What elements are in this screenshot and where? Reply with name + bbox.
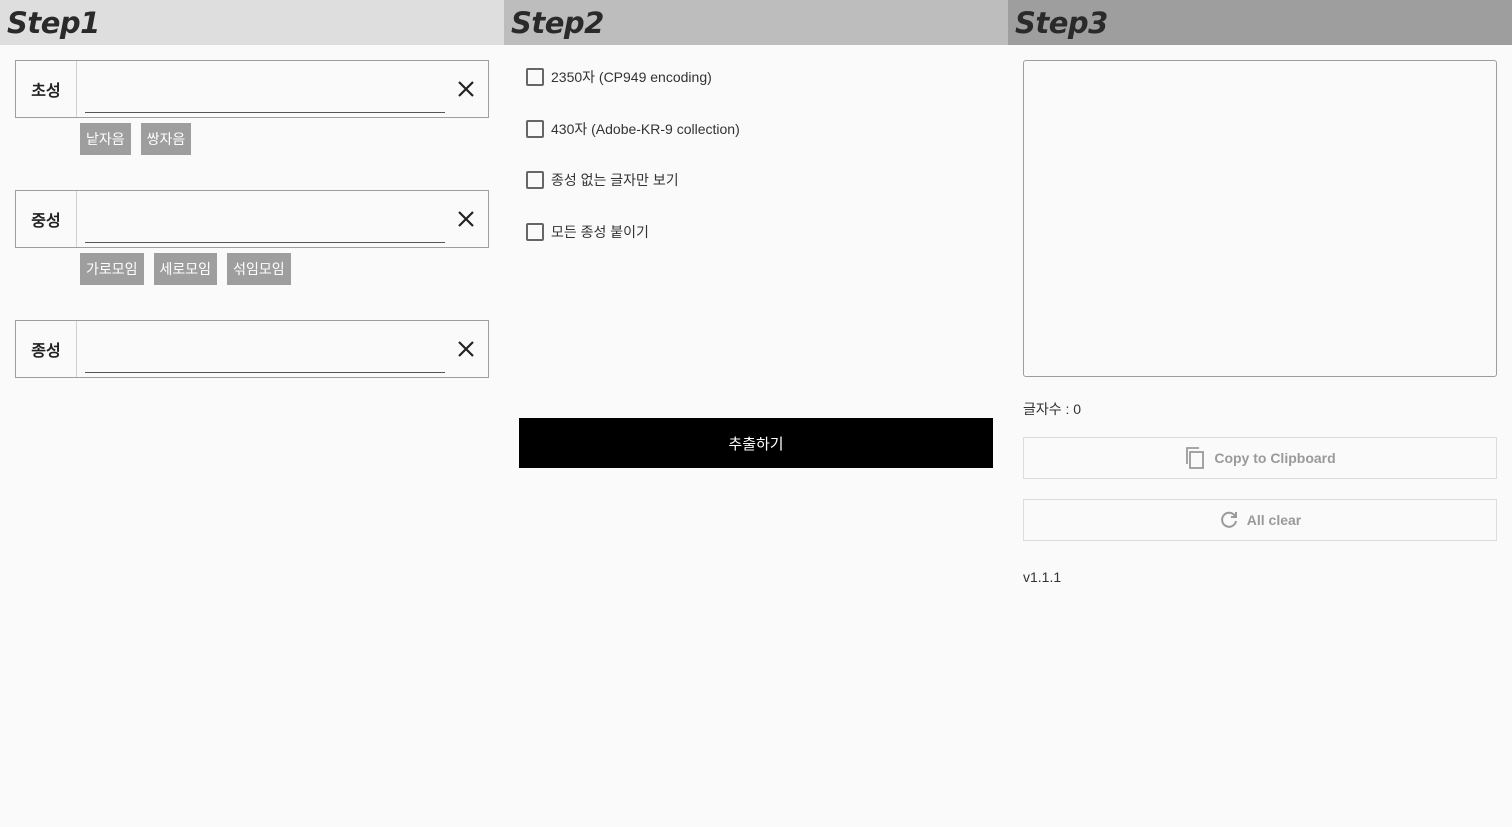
- refresh-icon: [1220, 511, 1237, 528]
- chip-horizontal-vowel[interactable]: 가로모임: [80, 253, 144, 285]
- step1-panel: Step1: [0, 0, 504, 827]
- medial-chip-row: 가로모임 세로모임 섞임모임: [80, 253, 291, 285]
- option-all-final[interactable]: 모든 종성 붙이기: [526, 222, 649, 242]
- medial-vowel-label: 중성: [16, 191, 77, 247]
- copy-to-clipboard-button[interactable]: Copy to Clipboard: [1023, 437, 1497, 479]
- initial-clear-button[interactable]: [452, 75, 480, 103]
- step2-header: Step2: [504, 0, 1008, 45]
- checkbox-adobe-kr9[interactable]: [526, 120, 544, 138]
- initial-chip-row: 낱자음 쌍자음: [80, 123, 192, 155]
- initial-consonant-label: 초성: [16, 61, 77, 117]
- step2-title: Step2: [511, 5, 604, 40]
- step3-title: Step3: [1015, 5, 1108, 40]
- close-icon: [458, 341, 474, 357]
- final-consonant-input[interactable]: [85, 329, 445, 373]
- chip-vertical-vowel[interactable]: 세로모임: [153, 253, 218, 285]
- checkbox-all-final[interactable]: [526, 223, 544, 241]
- copy-label: Copy to Clipboard: [1214, 450, 1336, 466]
- final-clear-button[interactable]: [452, 335, 480, 363]
- option-all-final-label: 모든 종성 붙이기: [551, 224, 649, 240]
- checkbox-no-final[interactable]: [526, 171, 544, 189]
- option-no-final[interactable]: 종성 없는 글자만 보기: [526, 170, 679, 190]
- option-cp949-label: 2350자 (CP949 encoding): [551, 69, 712, 85]
- final-consonant-label: 종성: [16, 321, 77, 377]
- option-cp949[interactable]: 2350자 (CP949 encoding): [526, 67, 712, 87]
- initial-consonant-input[interactable]: [85, 69, 445, 113]
- all-clear-label: All clear: [1246, 512, 1302, 528]
- final-consonant-field: 종성: [15, 320, 489, 378]
- step1-header: Step1: [0, 0, 504, 45]
- result-textarea[interactable]: [1023, 60, 1497, 377]
- checkbox-cp949[interactable]: [526, 68, 544, 86]
- version-label: v1.1.1: [1023, 569, 1062, 585]
- chip-double-consonant[interactable]: 쌍자음: [140, 123, 192, 155]
- close-icon: [458, 211, 474, 227]
- medial-vowel-field: 중성: [15, 190, 489, 248]
- step1-title: Step1: [7, 5, 100, 40]
- option-adobe-kr9[interactable]: 430자 (Adobe-KR-9 collection): [526, 119, 740, 139]
- character-count: 글자수 : 0: [1023, 401, 1082, 417]
- copy-icon: [1186, 447, 1205, 469]
- initial-consonant-field: 초성: [15, 60, 489, 118]
- step3-header: Step3: [1008, 0, 1512, 45]
- option-adobe-kr9-label: 430자 (Adobe-KR-9 collection): [551, 121, 740, 137]
- chip-mixed-vowel[interactable]: 섞임모임: [227, 253, 291, 285]
- extract-button[interactable]: 추출하기: [519, 418, 993, 468]
- medial-vowel-input[interactable]: [85, 199, 445, 243]
- all-clear-button[interactable]: All clear: [1023, 499, 1497, 541]
- chip-single-consonant[interactable]: 낱자음: [80, 123, 131, 155]
- option-no-final-label: 종성 없는 글자만 보기: [551, 172, 679, 188]
- close-icon: [458, 81, 474, 97]
- medial-clear-button[interactable]: [452, 205, 480, 233]
